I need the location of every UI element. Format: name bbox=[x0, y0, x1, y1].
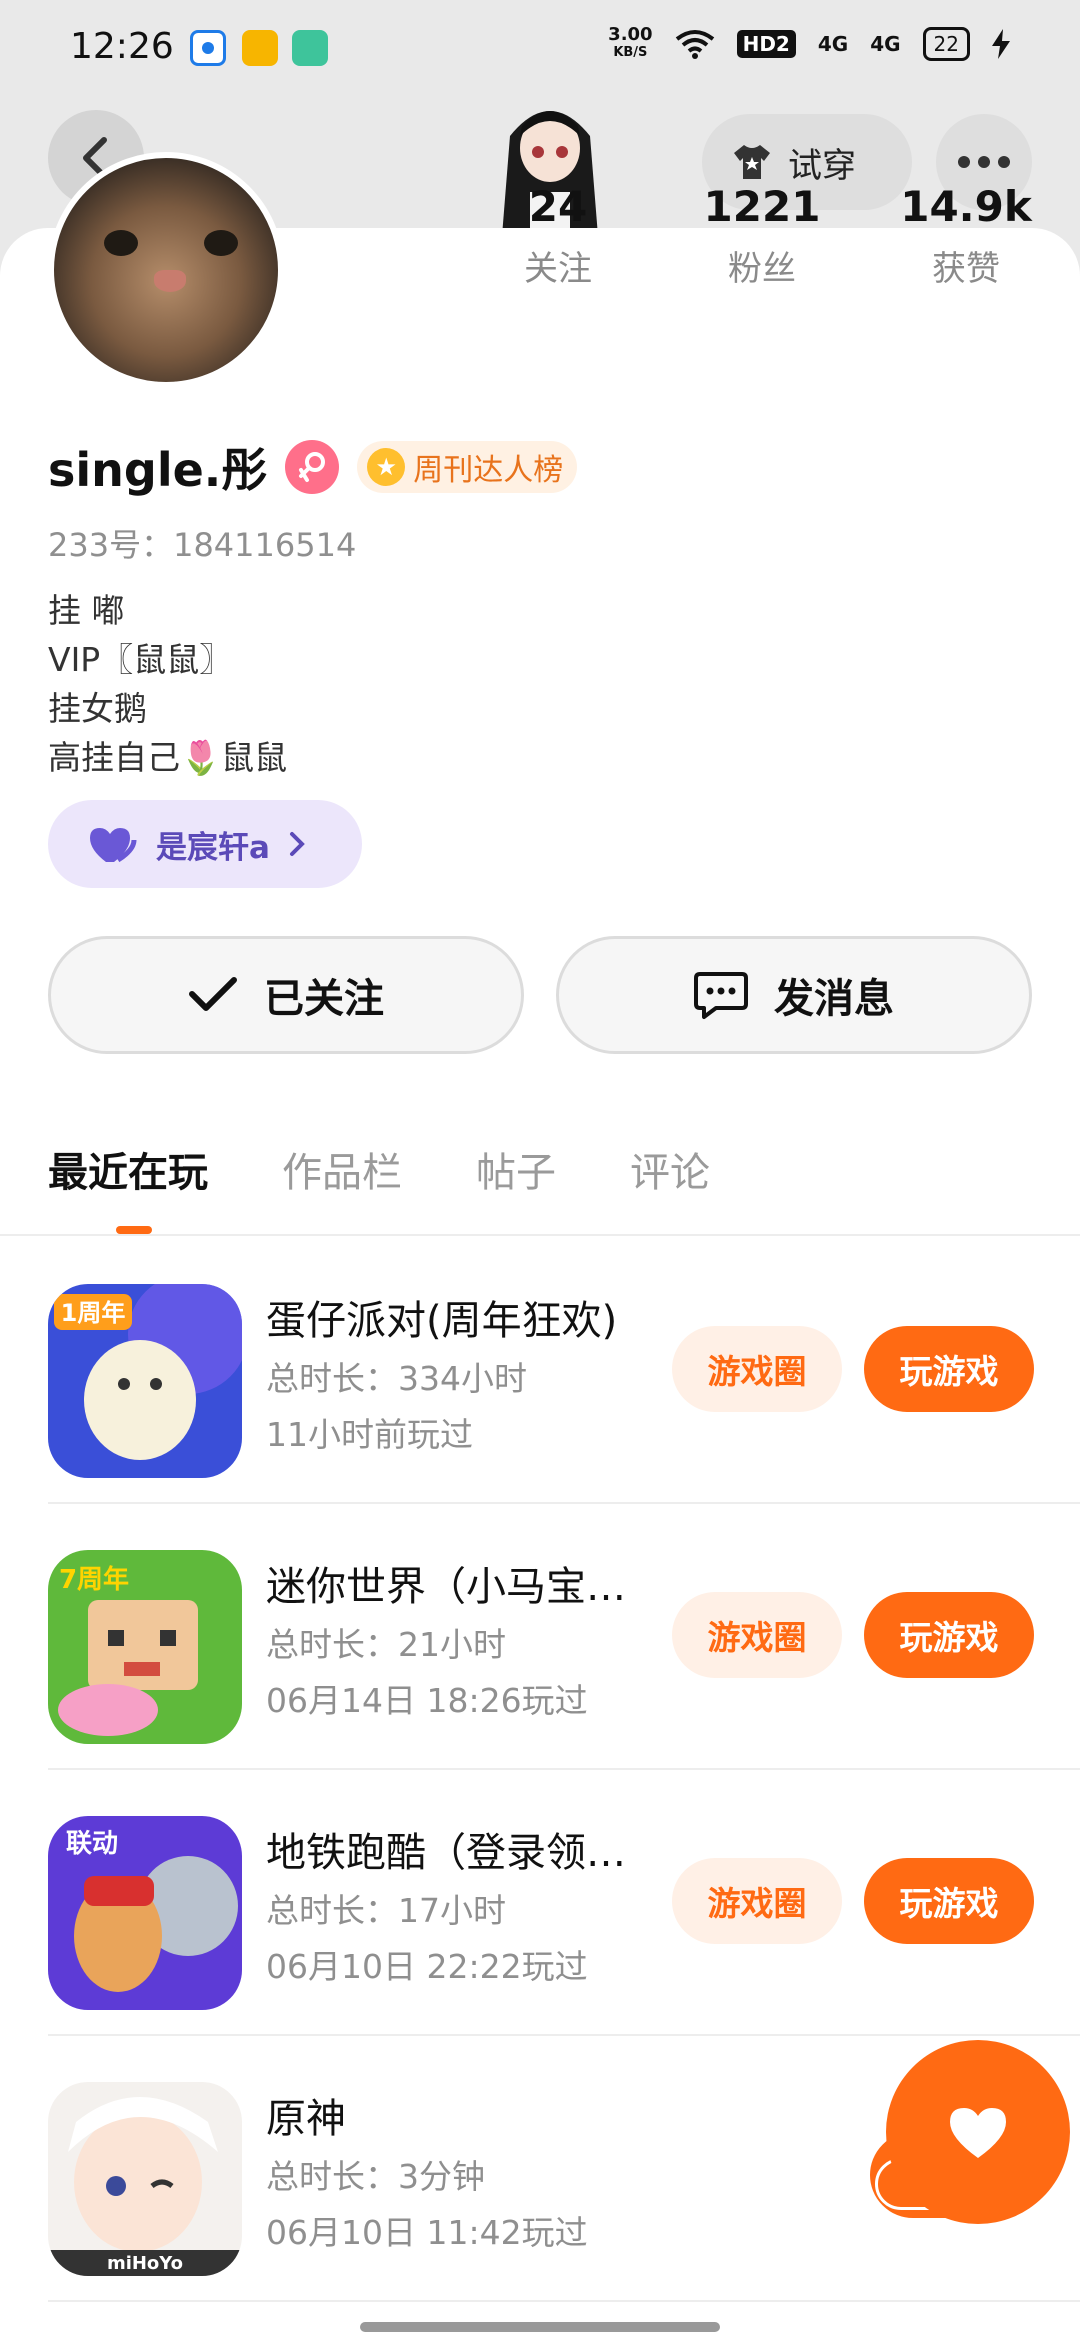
bio-line: 挂女鹅 bbox=[48, 689, 147, 728]
tab-posts[interactable]: 帖子 bbox=[476, 1140, 556, 1198]
heart-icon bbox=[950, 2108, 1006, 2158]
tab-active-indicator bbox=[116, 1226, 152, 1234]
game-icon-genshin[interactable]: miHoYo bbox=[48, 2082, 242, 2276]
game-icon-eggy-party[interactable]: 1周年 bbox=[48, 1284, 242, 1478]
game-icon-mini-world[interactable]: 7周年 bbox=[48, 1550, 242, 1744]
heart-icon bbox=[90, 828, 137, 863]
friend-tag-label: 是宸轩a bbox=[156, 829, 270, 866]
play-game-button[interactable]: 玩游戏 bbox=[864, 1326, 1034, 1412]
game-duration: 总时长：21小时 bbox=[266, 1625, 506, 1664]
game-circle-button[interactable]: 游戏圈 bbox=[672, 1858, 842, 1944]
profile-tabs: 最近在玩 作品栏 帖子 评论 bbox=[48, 1140, 710, 1198]
username-row: single.彤 ★ 周刊达人榜 bbox=[48, 434, 578, 500]
game-last-played: 06月10日 22:22玩过 bbox=[266, 1947, 588, 1986]
status-bar: 12:26 3.00 KB/S HD2 4G 4G 22 bbox=[0, 0, 1080, 100]
svg-text:联动: 联动 bbox=[66, 1829, 118, 1859]
tab-recent-play[interactable]: 最近在玩 bbox=[48, 1140, 208, 1198]
game-icon-subway-surfers[interactable]: 联动 bbox=[48, 1816, 242, 2010]
list-item[interactable]: 联动 地铁跑酷（登录领取奖励） 总时长：17小时 06月10日 22:22玩过 … bbox=[48, 1770, 1080, 2036]
tab-comments[interactable]: 评论 bbox=[630, 1140, 710, 1198]
status-indicators: 3.00 KB/S HD2 4G 4G 22 bbox=[608, 26, 1010, 62]
chat-bubble-icon bbox=[694, 972, 748, 1019]
followed-button[interactable]: 已关注 bbox=[48, 936, 524, 1054]
game-duration: 总时长：17小时 bbox=[266, 1891, 506, 1930]
weibo-app-icon bbox=[242, 30, 278, 66]
game-circle-button[interactable]: 游戏圈 bbox=[672, 1592, 842, 1678]
bio-line: 高挂自己🌷鼠鼠 bbox=[48, 738, 288, 777]
list-item[interactable]: 7周年 迷你世界（小马宝莉联动） 总时长：21小时 06月14日 18:26玩过… bbox=[48, 1504, 1080, 1770]
tab-works[interactable]: 作品栏 bbox=[282, 1140, 402, 1198]
signal-4g-2: 4G bbox=[870, 32, 901, 56]
user-id: 233号：184116514 bbox=[48, 526, 357, 564]
game-title: 迷你世界（小马宝莉联动） bbox=[266, 1564, 646, 1610]
stat-following[interactable]: 24 关注 bbox=[478, 182, 638, 290]
stat-likes[interactable]: 14.9k 获赞 bbox=[886, 182, 1046, 290]
game-title: 蛋仔派对(周年狂欢) bbox=[266, 1298, 618, 1344]
svg-text:1周年: 1周年 bbox=[61, 1299, 126, 1327]
like-button[interactable] bbox=[886, 2040, 1070, 2224]
notification-app-icon bbox=[190, 30, 226, 66]
wifi-icon bbox=[675, 30, 714, 59]
send-message-button[interactable]: 发消息 bbox=[556, 936, 1032, 1054]
list-item[interactable]: 1周年 蛋仔派对(周年狂欢) 总时长：334小时 11小时前玩过 游戏圈 玩游戏 bbox=[48, 1238, 1080, 1504]
home-indicator[interactable] bbox=[360, 2322, 720, 2332]
green-app-icon bbox=[292, 30, 328, 66]
profile-card: 24 关注 1221 粉丝 14.9k 获赞 single.彤 ★ 周刊达人榜 … bbox=[0, 152, 1080, 2340]
game-last-played: 06月10日 11:42玩过 bbox=[266, 2213, 588, 2252]
avatar[interactable] bbox=[48, 152, 284, 388]
game-last-played: 06月14日 18:26玩过 bbox=[266, 1681, 588, 1720]
play-game-button[interactable]: 玩游戏 bbox=[864, 1858, 1034, 1944]
weekly-rank-badge[interactable]: ★ 周刊达人榜 bbox=[357, 441, 578, 493]
svg-text:7周年: 7周年 bbox=[59, 1564, 129, 1595]
check-icon bbox=[189, 977, 237, 1011]
game-circle-button[interactable]: 游戏圈 bbox=[672, 1326, 842, 1412]
battery-indicator: 22 bbox=[922, 27, 970, 61]
bio-line: VIP〖鼠鼠〗 bbox=[48, 640, 233, 679]
username: single.彤 bbox=[48, 443, 268, 497]
game-duration: 总时长：3分钟 bbox=[266, 2157, 485, 2196]
chevron-right-icon bbox=[289, 832, 305, 856]
try-on-label: 试穿 bbox=[788, 145, 856, 186]
signal-4g-1: 4G bbox=[817, 32, 849, 56]
tab-divider bbox=[0, 1234, 1080, 1236]
play-game-button[interactable]: 玩游戏 bbox=[864, 1592, 1034, 1678]
bio: 挂 嘟 VIP〖鼠鼠〗 挂女鹅 高挂自己🌷鼠鼠 bbox=[48, 586, 287, 782]
tshirt-icon bbox=[734, 145, 770, 179]
status-time: 12:26 bbox=[70, 26, 174, 67]
network-speed: 3.00 KB/S bbox=[608, 24, 653, 61]
stat-followers[interactable]: 1221 粉丝 bbox=[682, 182, 842, 290]
more-dots-icon bbox=[958, 156, 970, 168]
bio-line: 挂 嘟 bbox=[48, 591, 125, 630]
game-title: 原神 bbox=[266, 2096, 346, 2142]
game-title: 地铁跑酷（登录领取奖励） bbox=[266, 1830, 646, 1876]
game-last-played: 11小时前玩过 bbox=[266, 1415, 473, 1454]
star-badge-icon: ★ bbox=[367, 448, 406, 486]
svg-text:miHoYo: miHoYo bbox=[107, 2253, 183, 2274]
hd-indicator: HD2 bbox=[736, 30, 796, 58]
friend-tag-button[interactable]: 是宸轩a bbox=[48, 800, 362, 888]
charging-icon bbox=[992, 29, 1010, 59]
gender-female-icon bbox=[285, 440, 340, 494]
game-duration: 总时长：334小时 bbox=[266, 1359, 527, 1398]
